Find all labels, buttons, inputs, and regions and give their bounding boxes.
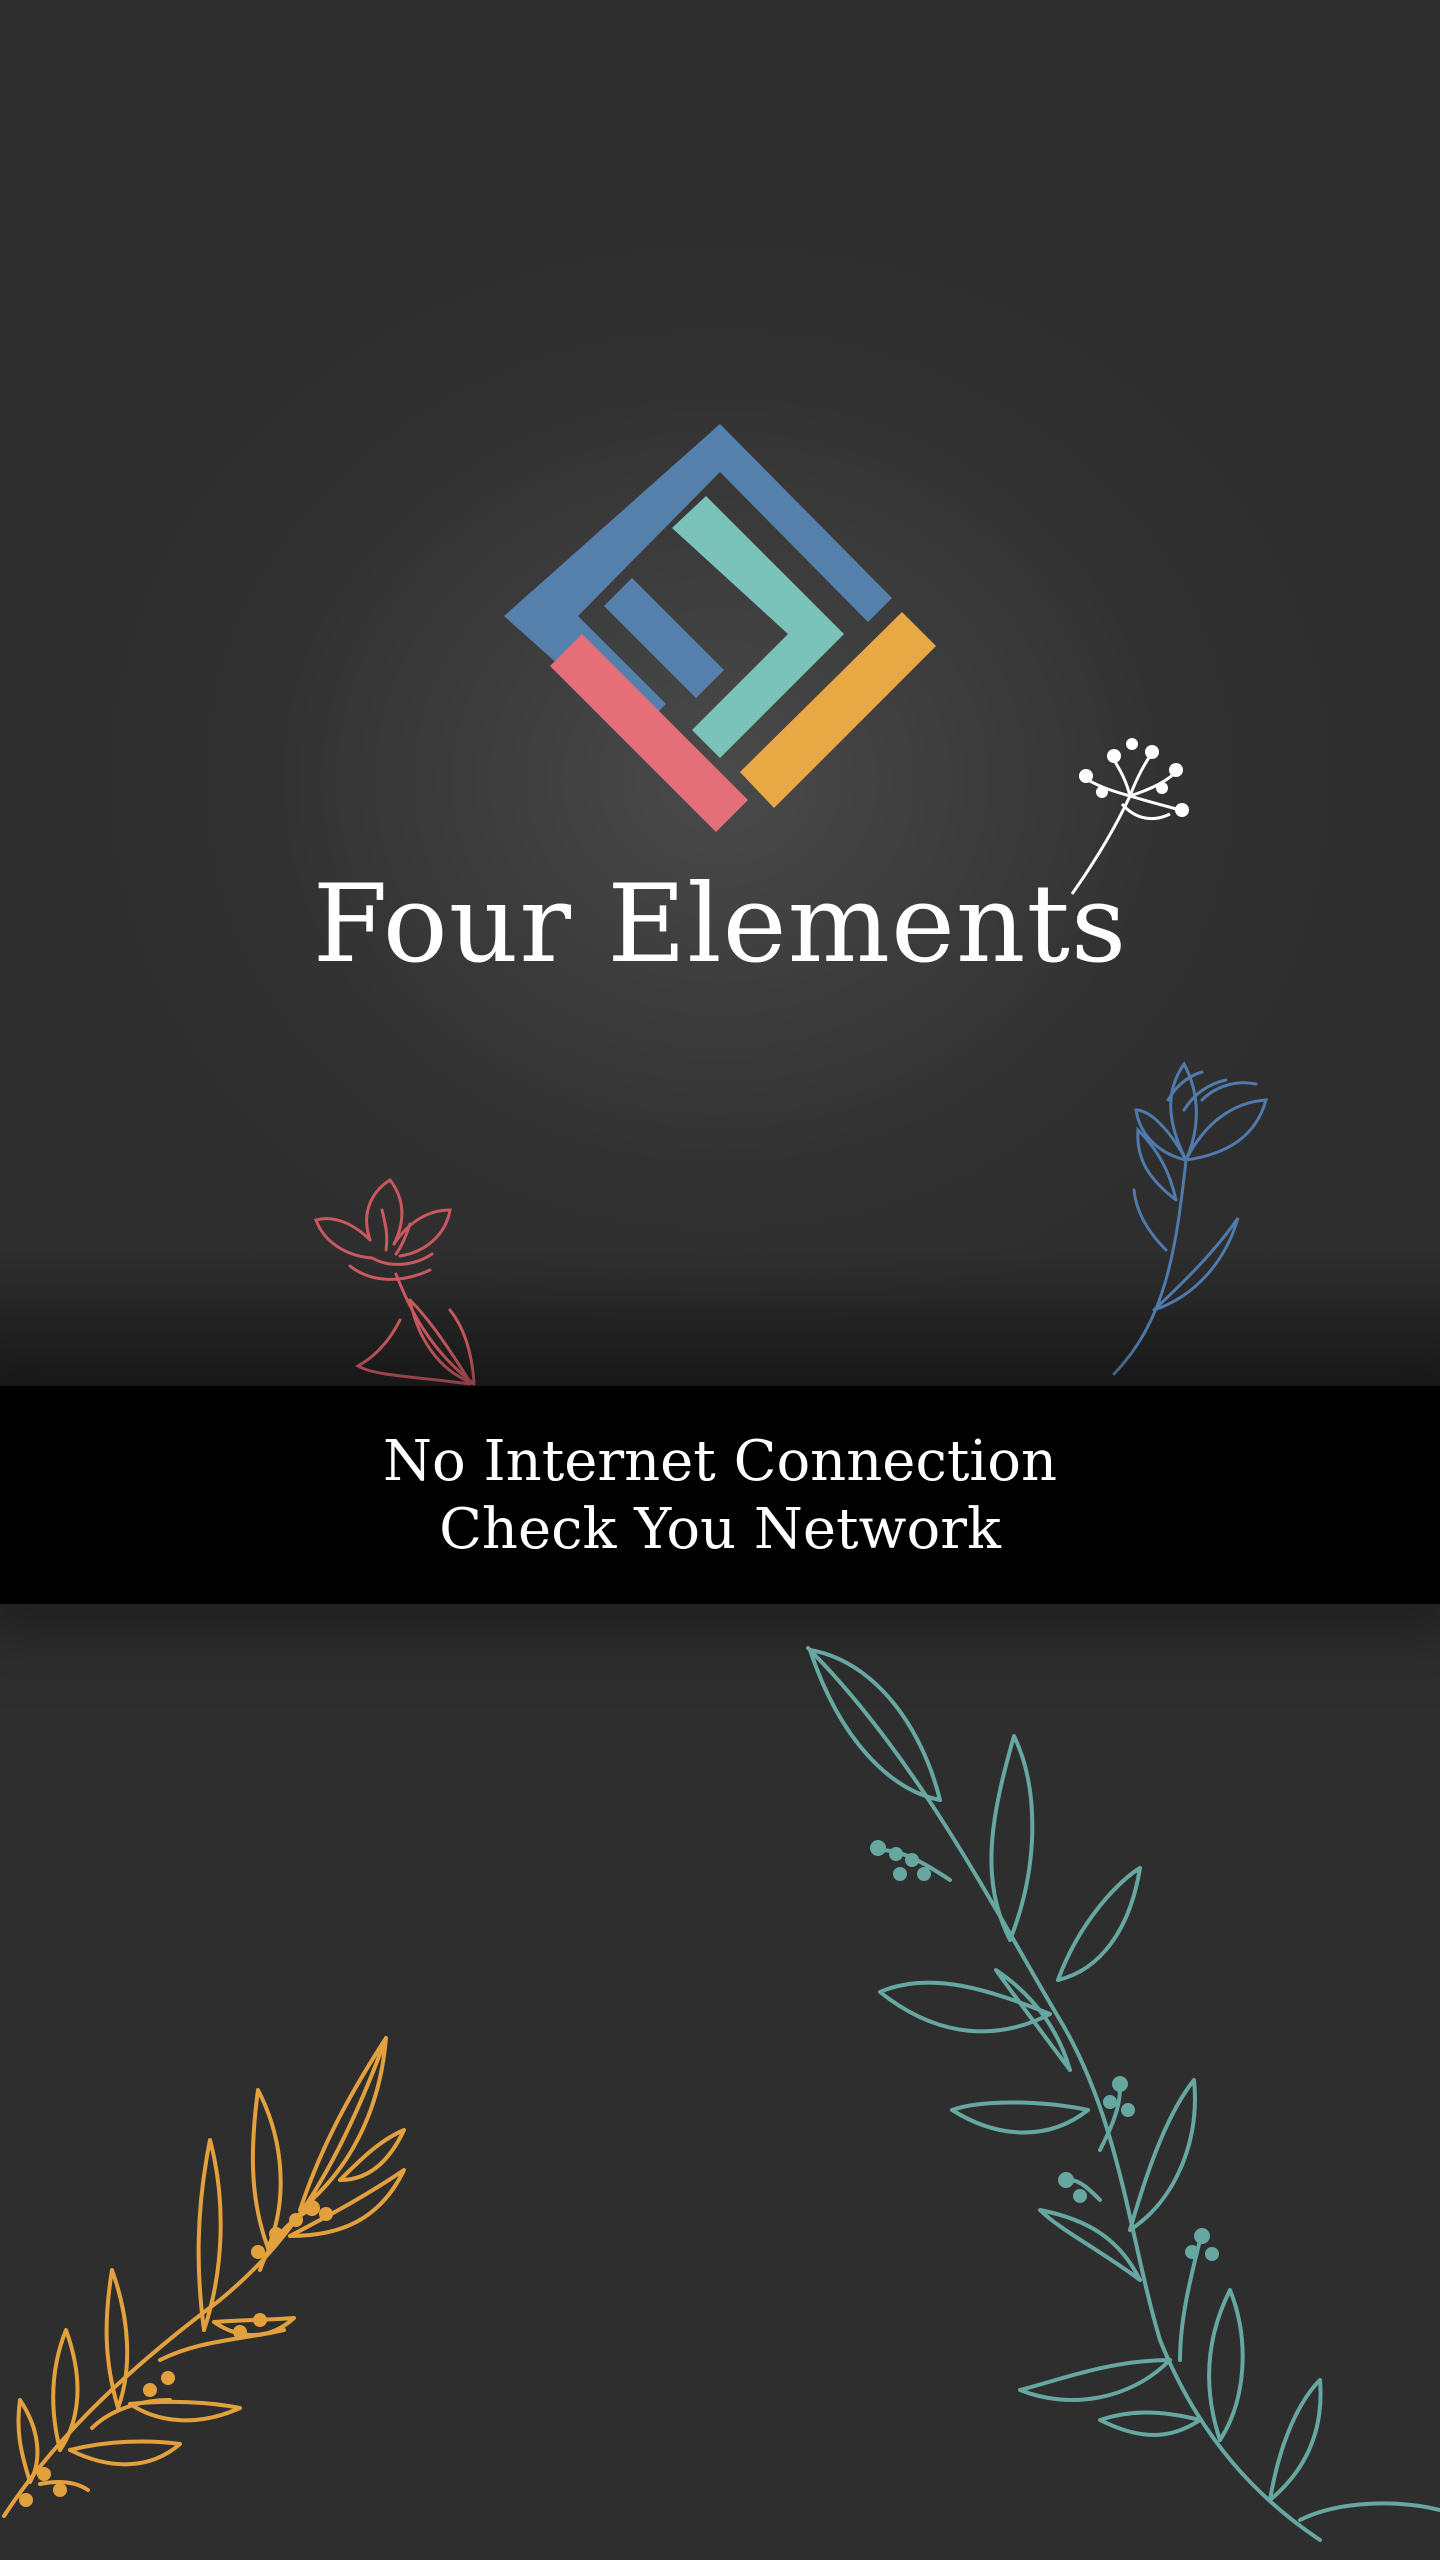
teal-leafy-branch-icon	[806, 1646, 1440, 2542]
offline-banner: No Internet Connection Check You Network	[0, 1386, 1440, 1604]
red-lotus-flower-icon	[314, 1178, 476, 1386]
white-flower-sprig-icon	[1070, 738, 1189, 895]
app-title: Four Elements	[312, 862, 1128, 987]
offline-message: No Internet Connection	[382, 1429, 1058, 1494]
four-elements-logo-icon	[504, 424, 936, 832]
blue-flower-icon	[1112, 1061, 1269, 1376]
logo-yellow-segment	[740, 612, 936, 808]
offline-hint: Check You Network	[439, 1497, 1001, 1562]
splash-screen: Four Elements No Internet Connection Che…	[0, 0, 1440, 2560]
yellow-leafy-branch-icon	[2, 2036, 406, 2518]
